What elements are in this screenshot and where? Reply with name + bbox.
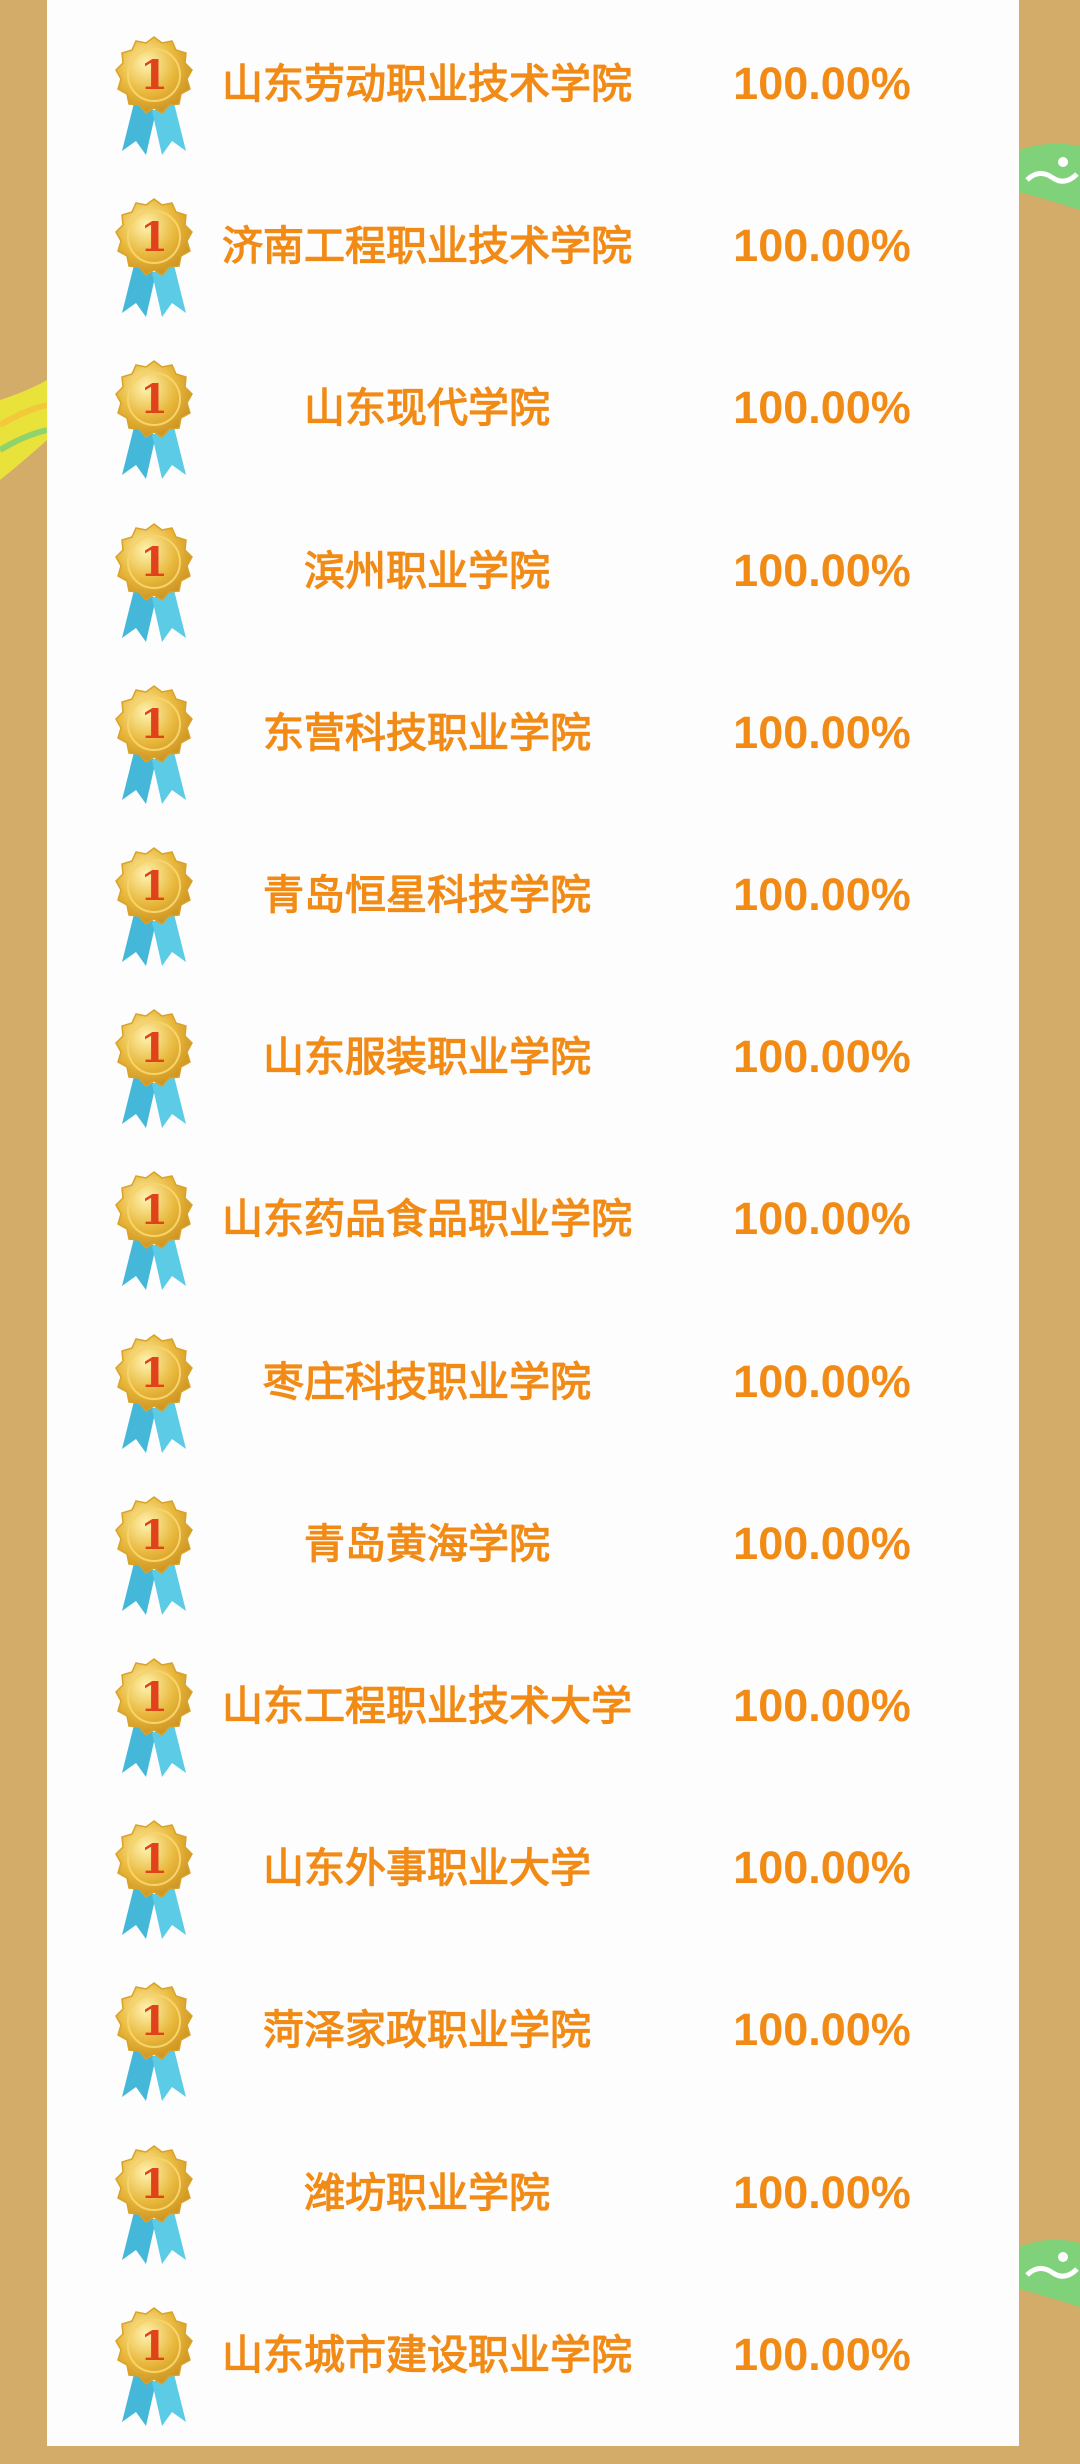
pass-rate-value: 100.00% xyxy=(733,2004,911,2055)
pass-rate-value: 100.00% xyxy=(733,545,911,596)
ranking-row: 1 山东外事职业大学 100.00% xyxy=(47,1817,1019,1977)
medal-rank-number: 1 xyxy=(140,2161,168,2208)
medal-rank-number: 1 xyxy=(140,1512,168,1559)
ranking-row: 1 山东服装职业学院 100.00% xyxy=(47,1006,1019,1166)
medal-rank-number: 1 xyxy=(140,214,168,261)
pass-rate-value: 100.00% xyxy=(733,1356,911,1407)
school-name: 山东服装职业学院 xyxy=(263,1033,591,1081)
pass-rate-value: 100.00% xyxy=(733,869,911,920)
medal-rank-number: 1 xyxy=(140,376,168,423)
green-leaf-decoration-right-bottom xyxy=(1019,2239,1080,2307)
green-leaf-decoration-right-top xyxy=(1019,143,1080,210)
ranking-row: 1 菏泽家政职业学院 100.00% xyxy=(47,1979,1019,2139)
medal-rank-number: 1 xyxy=(140,863,168,910)
ranking-list-panel: 1 山东劳动职业技术学院 100.00% 1 济南工程职业技术学院 100.00% 1 山东现… xyxy=(47,0,1019,2446)
school-name: 山东药品食品职业学院 xyxy=(222,1195,632,1243)
ranking-row: 1 山东城市建设职业学院 100.00% xyxy=(47,2304,1019,2464)
pass-rate-value: 100.00% xyxy=(733,1193,911,1244)
school-name: 山东劳动职业技术学院 xyxy=(222,60,632,108)
medal-rank-number: 1 xyxy=(140,52,168,99)
ranking-row: 1 山东工程职业技术大学 100.00% xyxy=(47,1655,1019,1815)
medal-rank-number: 1 xyxy=(140,1674,168,1721)
ranking-row: 1 青岛黄海学院 100.00% xyxy=(47,1493,1019,1653)
ranking-row: 1 滨州职业学院 100.00% xyxy=(47,520,1019,680)
gold-medal-icon: 1 xyxy=(115,2145,193,2264)
ranking-row: 1 山东劳动职业技术学院 100.00% xyxy=(47,33,1019,193)
pass-rate-value: 100.00% xyxy=(733,58,911,109)
medal-rank-number: 1 xyxy=(140,539,168,586)
school-name: 菏泽家政职业学院 xyxy=(263,2006,591,2054)
pass-rate-value: 100.00% xyxy=(733,1031,911,1082)
gold-medal-icon: 1 xyxy=(115,1171,193,1290)
school-name: 山东城市建设职业学院 xyxy=(222,2331,632,2379)
school-name: 济南工程职业技术学院 xyxy=(222,222,632,270)
pass-rate-value: 100.00% xyxy=(733,382,911,433)
school-name: 青岛黄海学院 xyxy=(304,1520,550,1568)
school-name: 潍坊职业学院 xyxy=(304,2169,550,2217)
gold-medal-icon: 1 xyxy=(115,523,193,642)
yellow-leaf-decoration-left xyxy=(0,380,47,480)
gold-medal-icon: 1 xyxy=(115,1334,193,1453)
ranking-row: 1 青岛恒星科技学院 100.00% xyxy=(47,844,1019,1004)
gold-medal-icon: 1 xyxy=(115,1820,193,1939)
gold-medal-icon: 1 xyxy=(115,1496,193,1615)
gold-medal-icon: 1 xyxy=(115,685,193,804)
medal-rank-number: 1 xyxy=(140,1350,168,1397)
school-name: 滨州职业学院 xyxy=(304,547,550,595)
gold-medal-icon: 1 xyxy=(115,1009,193,1128)
pass-rate-value: 100.00% xyxy=(733,1842,911,1893)
gold-medal-icon: 1 xyxy=(115,1658,193,1777)
gold-medal-icon: 1 xyxy=(115,847,193,966)
medal-rank-number: 1 xyxy=(140,1025,168,1072)
ranking-row: 1 济南工程职业技术学院 100.00% xyxy=(47,195,1019,355)
pass-rate-value: 100.00% xyxy=(733,2167,911,2218)
medal-rank-number: 1 xyxy=(140,1836,168,1883)
pass-rate-value: 100.00% xyxy=(733,2329,911,2380)
ranking-row: 1 山东药品食品职业学院 100.00% xyxy=(47,1168,1019,1328)
gold-medal-icon: 1 xyxy=(115,1982,193,2101)
school-name: 山东外事职业大学 xyxy=(263,1844,591,1892)
medal-rank-number: 1 xyxy=(140,2323,168,2370)
medal-rank-number: 1 xyxy=(140,1187,168,1234)
gold-medal-icon: 1 xyxy=(115,36,193,155)
gold-medal-icon: 1 xyxy=(115,198,193,317)
pass-rate-value: 100.00% xyxy=(733,220,911,271)
ranking-row: 1 潍坊职业学院 100.00% xyxy=(47,2142,1019,2302)
pass-rate-value: 100.00% xyxy=(733,1680,911,1731)
ranking-row: 1 枣庄科技职业学院 100.00% xyxy=(47,1331,1019,1491)
school-name: 枣庄科技职业学院 xyxy=(263,1358,591,1406)
medal-rank-number: 1 xyxy=(140,701,168,748)
ranking-row: 1 山东现代学院 100.00% xyxy=(47,357,1019,517)
school-name: 东营科技职业学院 xyxy=(263,709,591,757)
gold-medal-icon: 1 xyxy=(115,2307,193,2426)
school-name: 山东工程职业技术大学 xyxy=(222,1682,632,1730)
school-name: 山东现代学院 xyxy=(304,384,550,432)
medal-rank-number: 1 xyxy=(140,1998,168,2045)
ranking-row: 1 东营科技职业学院 100.00% xyxy=(47,682,1019,842)
pass-rate-value: 100.00% xyxy=(733,707,911,758)
school-name: 青岛恒星科技学院 xyxy=(263,871,591,919)
gold-medal-icon: 1 xyxy=(115,360,193,479)
pass-rate-value: 100.00% xyxy=(733,1518,911,1569)
